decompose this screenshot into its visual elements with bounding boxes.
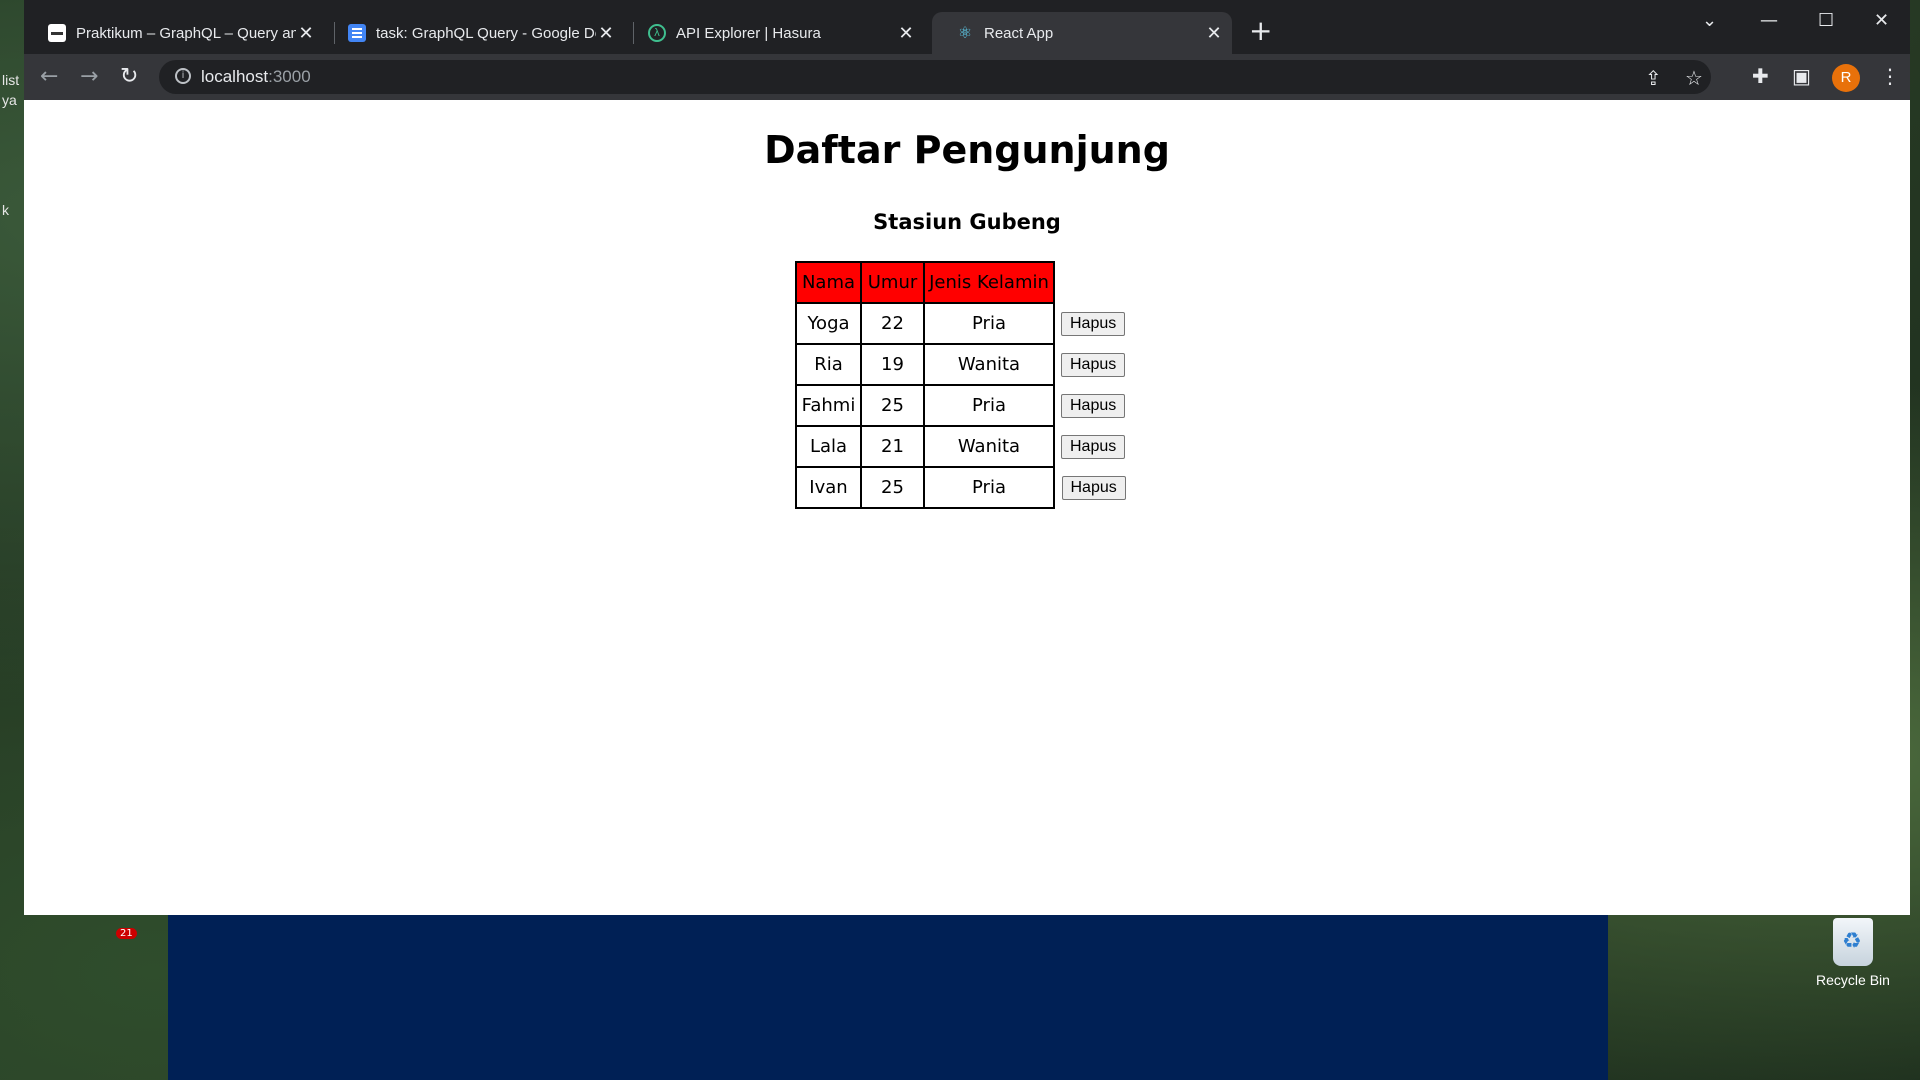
reload-icon[interactable]: ↻ [120, 64, 138, 89]
table-row: Fahmi 25 Pria Hapus [795, 384, 1126, 427]
tab-search-chevron-icon[interactable]: ⌄ [1702, 10, 1717, 31]
tab-strip: Praktikum – GraphQL – Query an ✕ task: G… [24, 0, 1910, 54]
tab-praktikum[interactable]: Praktikum – GraphQL – Query an ✕ [24, 12, 324, 54]
google-docs-icon [348, 24, 366, 42]
tab-google-docs[interactable]: task: GraphQL Query - Google Do ✕ [324, 12, 624, 54]
table-header-row: Nama Umur Jenis Kelamin [795, 261, 1126, 304]
delete-button[interactable]: Hapus [1061, 434, 1126, 459]
cell-nama: Lala [795, 425, 862, 468]
action-cell: Hapus [1054, 385, 1126, 426]
page-viewport: Daftar Pengunjung Stasiun Gubeng Nama Um… [24, 100, 1910, 915]
extensions-puzzle-icon[interactable]: ✚ [1752, 64, 1769, 88]
cell-umur: 22 [860, 302, 925, 345]
url-port: :3000 [268, 67, 311, 86]
cell-nama: Ria [795, 343, 862, 386]
delete-button[interactable]: Hapus [1061, 311, 1126, 336]
close-tab-icon[interactable]: ✕ [896, 23, 916, 44]
close-window-icon[interactable]: ✕ [1874, 10, 1889, 31]
cell-umur: 21 [860, 425, 925, 468]
cell-jenis-kelamin: Pria [923, 384, 1055, 427]
cell-nama: Yoga [795, 302, 862, 345]
cell-jenis-kelamin: Pria [923, 302, 1055, 345]
tab-title: API Explorer | Hasura [676, 24, 821, 42]
address-bar[interactable]: i localhost:3000 ⇪ ☆ [159, 60, 1711, 94]
desktop-text-fragment: list [2, 72, 20, 88]
delete-button[interactable]: Hapus [1061, 475, 1126, 500]
recycle-bin-icon [1833, 918, 1873, 966]
delete-button[interactable]: Hapus [1061, 393, 1126, 418]
cell-jenis-kelamin: Wanita [923, 425, 1055, 468]
cell-nama: Fahmi [795, 384, 862, 427]
background-window [168, 910, 1608, 1080]
cell-jenis-kelamin: Wanita [923, 343, 1055, 386]
desktop-text-fragment: k [2, 202, 9, 218]
action-cell: Hapus [1054, 426, 1126, 467]
close-tab-icon[interactable]: ✕ [1204, 23, 1224, 44]
desktop-text-fragment: ya [2, 92, 17, 108]
page-subtitle: Stasiun Gubeng [873, 210, 1061, 234]
delete-button[interactable]: Hapus [1061, 352, 1126, 377]
site-info-icon[interactable]: i [175, 68, 191, 84]
action-cell: Hapus [1054, 303, 1126, 344]
table-row: Ria 19 Wanita Hapus [795, 343, 1126, 386]
header-umur: Umur [860, 261, 925, 304]
side-panel-icon[interactable]: ▣ [1792, 64, 1811, 88]
tab-title: Praktikum – GraphQL – Query an [76, 24, 296, 42]
react-icon: ⚛ [957, 25, 973, 42]
action-cell: Hapus [1054, 344, 1126, 385]
profile-avatar[interactable]: R [1832, 64, 1860, 92]
maximize-icon[interactable]: ☐ [1818, 10, 1834, 31]
page-favicon-icon [48, 24, 66, 42]
browser-toolbar: ← → ↻ i localhost:3000 ⇪ ☆ ✚ ▣ R ⋮ [24, 54, 1910, 100]
url-host: localhost [201, 67, 269, 86]
hasura-icon: λ [648, 24, 666, 42]
cell-umur: 25 [860, 466, 925, 509]
tab-title: task: GraphQL Query - Google Do [376, 24, 596, 42]
page-title: Daftar Pengunjung [764, 128, 1170, 172]
tab-react-app[interactable]: ⚛ React App ✕ [932, 12, 1232, 54]
close-tab-icon[interactable]: ✕ [296, 23, 316, 44]
recycle-bin-label: Recycle Bin [1816, 972, 1890, 988]
recycle-bin[interactable]: Recycle Bin [1808, 918, 1898, 988]
visitors-table: Nama Umur Jenis Kelamin Yoga 22 Pria Hap… [795, 261, 1127, 509]
back-arrow-icon[interactable]: ← [40, 64, 58, 89]
tab-hasura[interactable]: λ API Explorer | Hasura ✕ [624, 12, 924, 54]
cell-nama: Ivan [795, 466, 862, 509]
share-icon[interactable]: ⇪ [1645, 66, 1662, 90]
cell-jenis-kelamin: Pria [923, 466, 1055, 509]
header-nama: Nama [795, 261, 862, 304]
browser-window: Praktikum – GraphQL – Query an ✕ task: G… [24, 0, 1910, 915]
cell-umur: 25 [860, 384, 925, 427]
table-row: Yoga 22 Pria Hapus [795, 302, 1126, 345]
close-tab-icon[interactable]: ✕ [596, 23, 616, 44]
minimize-icon[interactable]: — [1760, 10, 1778, 31]
table-row: Ivan 25 Pria Hapus [795, 466, 1126, 509]
cell-umur: 19 [860, 343, 925, 386]
new-tab-icon[interactable]: + [1249, 14, 1272, 47]
tab-title: React App [984, 24, 1054, 42]
menu-kebab-icon[interactable]: ⋮ [1880, 64, 1900, 88]
url-text[interactable]: localhost:3000 [201, 67, 311, 87]
header-jenis-kelamin: Jenis Kelamin [923, 261, 1055, 304]
bookmark-star-icon[interactable]: ☆ [1685, 66, 1703, 90]
forward-arrow-icon[interactable]: → [80, 64, 98, 89]
action-cell: Hapus [1054, 467, 1126, 508]
table-row: Lala 21 Wanita Hapus [795, 425, 1126, 468]
